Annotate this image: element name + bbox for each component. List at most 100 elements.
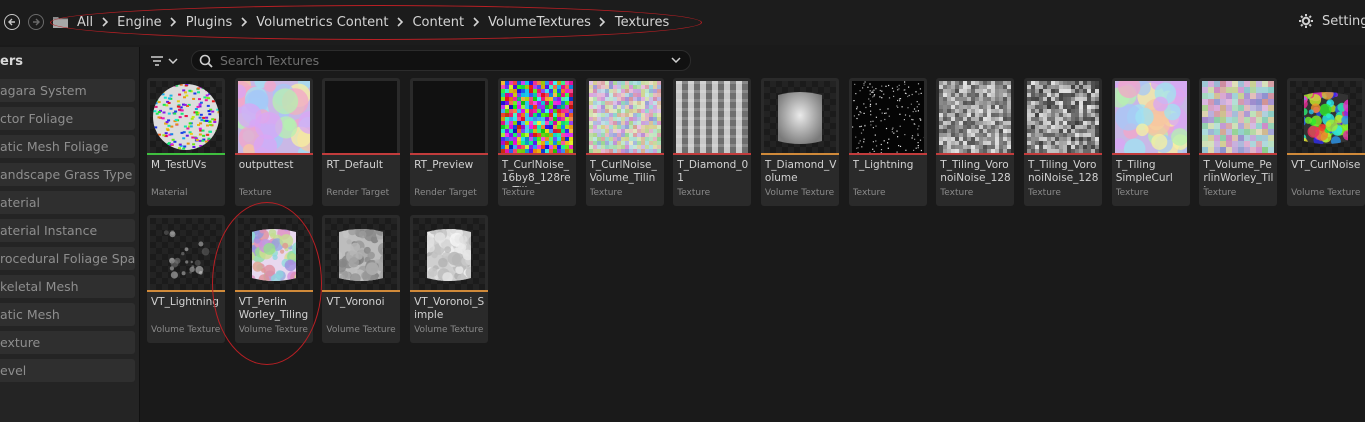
asset-tile[interactable]: VT_Perlin Worley_Tiling Volume Texture (234, 215, 313, 343)
asset-name: T_Diamond_01 (677, 159, 749, 184)
asset-name: T_Tiling SimpleCurl (1115, 159, 1173, 184)
asset-thumbnail (851, 81, 924, 153)
asset-type-color-strip (322, 290, 401, 292)
filter-item[interactable]: aterial (0, 191, 135, 214)
asset-tile[interactable]: M_TestUVs Material (147, 78, 225, 206)
content-browser: All Engine Plugins Volumetrics Content Conte… (0, 0, 1365, 422)
asset-type-color-strip (234, 290, 313, 292)
asset-type-label: Texture (238, 188, 272, 198)
asset-name: T_Tiling_VoronoiNoise_128 (1028, 159, 1099, 184)
path-bar: All Engine Plugins Volumetrics Content Conte… (0, 0, 1365, 45)
filter-item[interactable]: atic Mesh (0, 303, 135, 326)
filter-item[interactable]: atic Mesh Foliage (0, 135, 135, 158)
sidebar-title: ers (0, 54, 23, 69)
asset-thumbnail (1027, 81, 1099, 153)
asset-type-label: Texture (677, 188, 711, 198)
asset-tile[interactable]: T_Tiling SimpleCurl Texture (1111, 78, 1190, 206)
folder-icon[interactable] (53, 16, 68, 28)
asset-tile[interactable]: T_Lightning Texture (848, 78, 927, 206)
breadcrumb-item[interactable]: Engine (117, 15, 162, 30)
asset-type-label: Texture (589, 188, 623, 198)
filter-item[interactable]: ctor Foliage (0, 107, 135, 130)
chevron-right-icon[interactable] (388, 17, 412, 27)
asset-name: T_CurlNoise_Volume_Tiling (589, 159, 657, 187)
filter-item[interactable]: exture (0, 331, 135, 354)
asset-type-label: Texture (501, 188, 535, 198)
search-input[interactable]: Search Textures (191, 50, 691, 71)
asset-tile[interactable]: T_Diamond_Volume Volume Texture (760, 78, 839, 206)
asset-type-color-strip (322, 153, 401, 155)
arrow-right-icon (33, 18, 40, 26)
asset-type-label: Volume Texture (1291, 188, 1361, 198)
asset-type-color-strip (147, 153, 225, 155)
asset-type-label: Render Target (326, 188, 390, 198)
asset-type-color-strip (1199, 153, 1278, 155)
asset-tile[interactable]: VT_CurlNoise Volume Texture (1287, 78, 1365, 206)
chevron-right-icon[interactable] (464, 17, 488, 27)
asset-tile[interactable]: VT_Voronoi Volume Texture (322, 215, 401, 343)
asset-tile[interactable]: VT_Voronoi_Simple Volume Texture (410, 215, 489, 343)
asset-name: VT_Voronoi_Simple (414, 296, 485, 321)
asset-type-label: Volume Texture (238, 325, 308, 335)
asset-type-label: Texture (1028, 188, 1061, 198)
settings-button[interactable]: Settings (1298, 13, 1365, 29)
asset-thumbnail (500, 81, 573, 153)
filter-icon (151, 56, 163, 66)
asset-type-label: Volume Texture (326, 325, 396, 335)
back-button[interactable] (4, 14, 20, 30)
asset-tile[interactable]: RT_Default Render Target (322, 78, 401, 206)
asset-name: VT_Voronoi (326, 296, 385, 308)
asset-name: VT_CurlNoise (1291, 159, 1361, 171)
filter-item[interactable]: rocedural Foliage Spaw (0, 247, 135, 270)
asset-tile[interactable]: T_Tiling_VoronoiNoise_128 Texture (1024, 78, 1102, 206)
asset-name: T_Volume_PerlinWorley_Tiling (1203, 159, 1274, 187)
chevron-right-icon[interactable] (162, 17, 186, 27)
breadcrumb-item[interactable]: Textures (615, 15, 669, 30)
asset-tile[interactable]: T_Tiling_VoronoiNoise_128 Texture (936, 78, 1015, 206)
asset-tile[interactable]: T_CurlNoise_Volume_TilingTexture (585, 78, 664, 206)
chevron-down-icon[interactable] (671, 57, 681, 63)
chevron-right-icon[interactable] (93, 17, 117, 27)
asset-type-color-strip (760, 153, 839, 155)
asset-name: VT_Lightning (151, 296, 219, 308)
filter-item[interactable]: evel (0, 359, 135, 382)
breadcrumb-item[interactable]: VolumeTextures (488, 15, 591, 30)
asset-tile[interactable]: outputtest Texture (234, 78, 313, 206)
asset-thumbnail (1114, 81, 1187, 153)
search-placeholder: Search Textures (220, 53, 320, 68)
asset-type-label: Texture (1203, 188, 1237, 198)
asset-name: T_Diamond_Volume (764, 159, 837, 184)
filter-item[interactable]: agara System (0, 79, 135, 102)
asset-thumbnail (413, 81, 486, 153)
asset-type-label: Volume Texture (414, 325, 484, 335)
asset-type-label: Texture (1115, 188, 1149, 198)
chevron-right-icon[interactable] (232, 17, 256, 27)
asset-tile[interactable]: T_CurlNoise_16by8_128res_TilingTexture (497, 78, 576, 206)
breadcrumb-item[interactable]: Plugins (186, 15, 233, 30)
filter-item[interactable]: aterial Instance (0, 219, 135, 242)
asset-thumbnail (413, 218, 486, 290)
asset-type-color-strip (1024, 153, 1102, 155)
asset-tile[interactable]: T_Volume_PerlinWorley_TilingTexture (1199, 78, 1278, 206)
asset-name: RT_Default (326, 159, 383, 171)
asset-tile[interactable]: RT_Preview Render Target (410, 78, 489, 206)
asset-tile[interactable]: T_Diamond_01 Texture (673, 78, 752, 206)
asset-type-color-strip (410, 290, 489, 292)
filter-item[interactable]: keletal Mesh (0, 275, 135, 298)
breadcrumb-item[interactable]: All (77, 15, 93, 30)
forward-button[interactable] (28, 14, 44, 30)
breadcrumb: All Engine Plugins Volumetrics Content Conte… (77, 13, 669, 31)
asset-type-color-strip (1287, 153, 1365, 155)
asset-thumbnail (150, 218, 222, 290)
asset-tile[interactable]: VT_Lightning Volume Texture (147, 215, 225, 343)
asset-thumbnail (325, 218, 398, 290)
asset-thumbnail (763, 81, 836, 153)
asset-name: RT_Preview (414, 159, 474, 171)
asset-thumbnail (939, 81, 1012, 153)
filter-dropdown-button[interactable] (150, 53, 184, 69)
filter-item[interactable]: andscape Grass Type (0, 163, 135, 186)
chevron-right-icon[interactable] (591, 17, 615, 27)
breadcrumb-item[interactable]: Content (412, 15, 464, 30)
breadcrumb-item[interactable]: Volumetrics Content (256, 15, 388, 30)
asset-type-color-strip (585, 153, 664, 155)
